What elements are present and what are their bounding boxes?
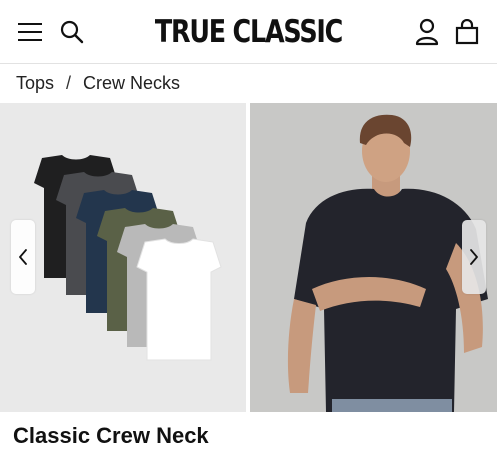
menu-icon[interactable] bbox=[14, 16, 46, 48]
chevron-right-icon bbox=[470, 249, 478, 265]
product-image-color-stack bbox=[0, 103, 246, 412]
product-gallery[interactable] bbox=[0, 103, 497, 412]
account-icon[interactable] bbox=[411, 16, 443, 48]
breadcrumb-tops[interactable]: Tops bbox=[16, 73, 54, 94]
breadcrumb-separator: / bbox=[66, 72, 72, 93]
shirt-stack-illustration bbox=[34, 155, 222, 361]
brand-logo[interactable]: TRUE CLASSIC bbox=[45, 10, 453, 54]
product-title: Classic Crew Neck bbox=[13, 423, 209, 448]
site-header: TRUE CLASSIC bbox=[0, 0, 497, 64]
search-icon[interactable] bbox=[56, 16, 88, 48]
product-image-model bbox=[250, 103, 497, 412]
bag-icon[interactable] bbox=[451, 16, 483, 48]
breadcrumb-crew-necks[interactable]: Crew Necks bbox=[83, 73, 180, 94]
gallery-prev-button[interactable] bbox=[11, 220, 35, 294]
model-illustration bbox=[250, 103, 497, 412]
gallery-next-button[interactable] bbox=[462, 220, 486, 294]
breadcrumb: Tops / Crew Necks bbox=[16, 71, 180, 95]
chevron-left-icon bbox=[19, 249, 27, 265]
